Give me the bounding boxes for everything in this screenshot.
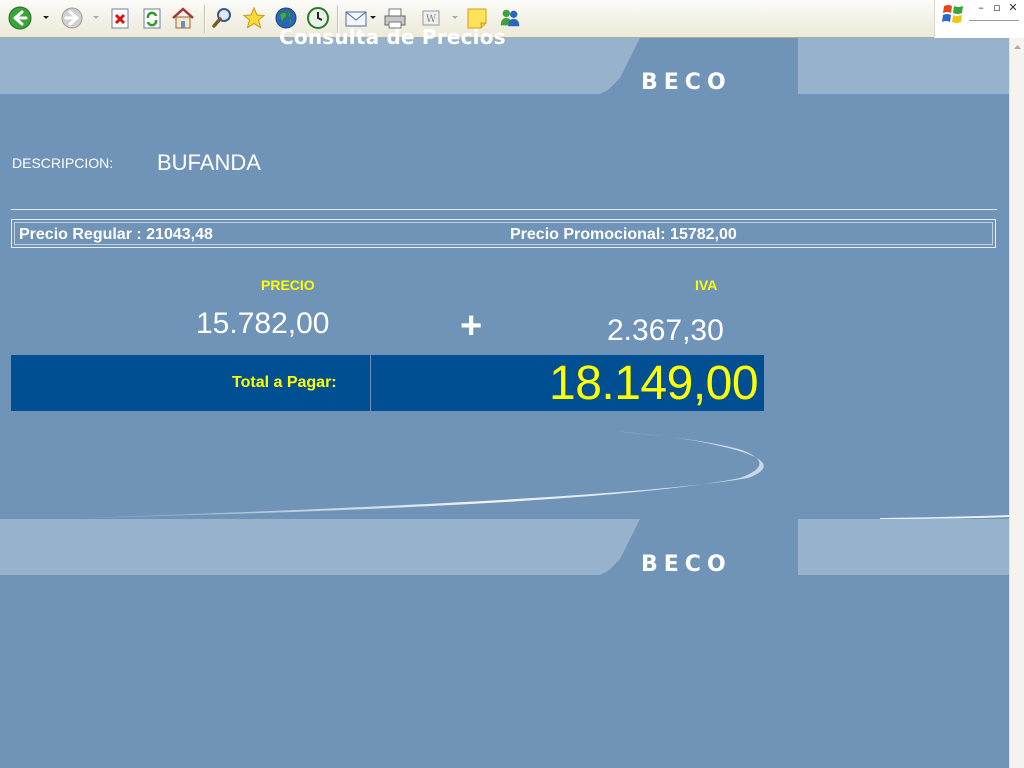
minimize-button[interactable]: – <box>973 1 989 15</box>
progress-line <box>969 20 1019 21</box>
regular-price: Precio Regular : 21043,48 <box>19 226 213 243</box>
browser-toolbar: W – ▫ ✕ <box>0 0 1024 38</box>
beco-logo-header: BECO <box>641 70 732 95</box>
page-title: Consulta de Precios <box>279 25 506 49</box>
star-icon <box>242 6 266 29</box>
back-button[interactable] <box>8 5 32 31</box>
description-label: DESCRIPCION: <box>12 155 114 171</box>
total-value: 18.149,00 <box>549 357 759 410</box>
back-arrow-icon <box>8 6 32 30</box>
iva-label: IVA <box>695 277 718 293</box>
close-button[interactable]: ✕ <box>1005 1 1021 15</box>
description-value: BUFANDA <box>157 150 261 175</box>
divider-line <box>11 209 997 210</box>
mail-dropdown-icon[interactable] <box>370 16 376 19</box>
search-button[interactable] <box>210 5 234 31</box>
beco-logo-footer: BECO <box>641 552 732 577</box>
search-icon <box>212 8 231 28</box>
refresh-button[interactable] <box>140 5 164 31</box>
edit-dropdown-icon[interactable] <box>452 16 458 19</box>
favorites-button[interactable] <box>242 5 266 31</box>
window-controls: – ▫ ✕ <box>934 0 1024 38</box>
svg-text:W: W <box>426 14 437 25</box>
forward-button[interactable] <box>60 5 84 31</box>
restore-button[interactable]: ▫ <box>989 1 1005 15</box>
scroll-up-arrow-icon[interactable] <box>1010 40 1024 54</box>
refresh-icon <box>143 8 161 29</box>
promo-price: Precio Promocional: 15782,00 <box>510 226 737 243</box>
decorative-swoosh <box>80 430 1009 519</box>
forward-dropdown-icon[interactable] <box>93 16 99 19</box>
forward-arrow-icon <box>61 7 83 29</box>
total-bar-divider <box>370 355 371 411</box>
total-label: Total a Pagar: <box>232 374 337 391</box>
home-icon <box>172 7 194 29</box>
price-label: PRECIO <box>261 277 315 293</box>
stop-icon <box>111 8 129 29</box>
toolbar-separator <box>204 5 206 33</box>
home-button[interactable] <box>171 5 195 31</box>
footer-band <box>0 519 1009 575</box>
iva-value: 2.367,30 <box>607 314 724 347</box>
vertical-scrollbar[interactable] <box>1009 38 1024 768</box>
stop-button[interactable] <box>108 5 132 31</box>
windows-logo-icon <box>942 5 963 23</box>
price-value: 15.782,00 <box>196 307 330 340</box>
plus-sign: + <box>460 305 483 347</box>
back-dropdown-icon[interactable] <box>43 16 49 19</box>
